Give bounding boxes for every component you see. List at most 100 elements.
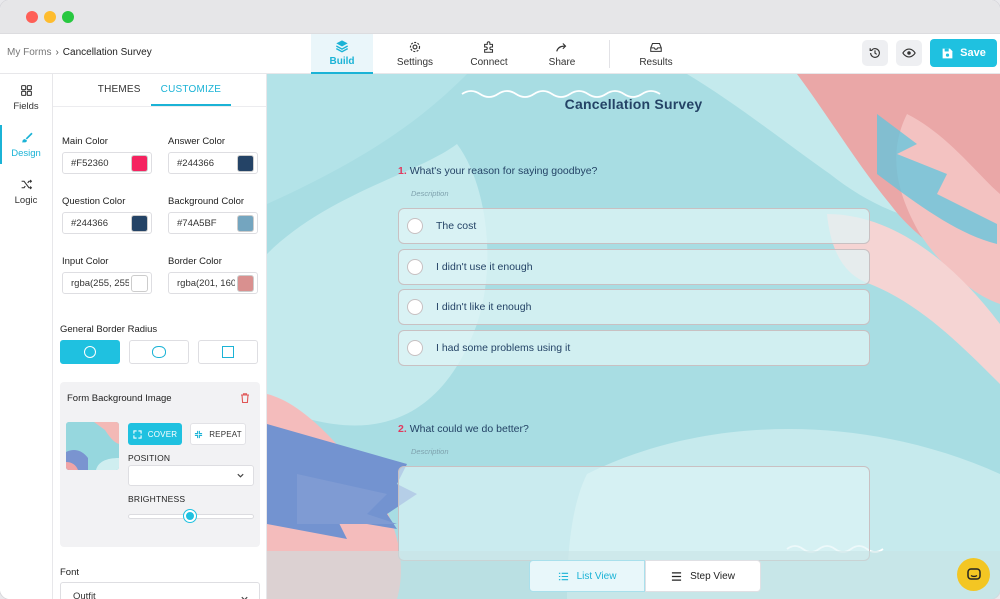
question-2-description[interactable]: Description — [411, 447, 449, 456]
maximize-window-button[interactable] — [62, 11, 74, 23]
breadcrumb-separator: › — [55, 47, 59, 58]
border-color-label: Border Color — [168, 256, 222, 267]
main-color-input[interactable]: #F52360 — [62, 152, 152, 174]
chevron-down-icon — [241, 596, 248, 599]
rail-item-design[interactable]: Design — [0, 121, 52, 168]
border-color-swatch[interactable] — [237, 274, 254, 292]
radius-square-option[interactable] — [198, 340, 258, 364]
answer-option[interactable]: I didn't use it enough — [398, 249, 870, 285]
background-color-input[interactable]: #74A5BF — [168, 212, 258, 234]
font-select[interactable]: Outfit — [60, 582, 260, 599]
radio-button[interactable] — [407, 299, 423, 315]
tab-results[interactable]: Results — [616, 34, 696, 74]
floppy-disk-icon — [942, 48, 953, 58]
top-actions: Save — [862, 39, 997, 67]
answer-option-label: I didn't use it enough — [436, 261, 533, 273]
background-color-swatch[interactable] — [237, 214, 254, 232]
question-color-swatch[interactable] — [131, 214, 148, 232]
radio-button[interactable] — [407, 259, 423, 275]
main-color-value: #F52360 — [71, 157, 109, 169]
brightness-label: BRIGHTNESS — [128, 494, 186, 504]
radius-round-option[interactable] — [60, 340, 120, 364]
question-color-label: Question Color — [62, 196, 126, 207]
brightness-slider[interactable] — [128, 510, 254, 522]
puzzle-icon — [484, 41, 494, 53]
question-2-text: What could we do better? — [409, 423, 529, 435]
radio-button[interactable] — [407, 340, 423, 356]
tab-connect[interactable]: Connect — [457, 34, 521, 74]
input-color-swatch[interactable] — [131, 274, 148, 292]
border-color-input[interactable]: rgba(201, 160, 160, 1) — [168, 272, 258, 294]
brush-icon — [21, 132, 33, 142]
input-color-input[interactable]: rgba(255, 255, 255, 0.8) — [62, 272, 152, 294]
tab-themes[interactable]: THEMES — [88, 74, 151, 106]
border-color-value: rgba(201, 160, 160, 1) — [177, 277, 235, 289]
tab-share[interactable]: Share — [521, 34, 603, 74]
rail-item-fields[interactable]: Fields — [0, 74, 52, 121]
background-image-title: Form Background Image — [67, 393, 172, 404]
cover-button[interactable]: COVER — [128, 423, 182, 445]
chat-widget-button[interactable] — [957, 558, 990, 591]
chat-bubble-icon — [966, 567, 981, 580]
tab-build[interactable]: Build — [311, 34, 373, 74]
eye-icon — [902, 48, 916, 58]
answer-color-label: Answer Color — [168, 136, 226, 147]
border-radius-label: General Border Radius — [60, 324, 158, 335]
question-1[interactable]: 1. What's your reason for saying goodbye? — [398, 165, 597, 177]
step-view-label: Step View — [690, 570, 735, 582]
color-settings: Main Color #F52360 Answer Color #244366 … — [62, 136, 258, 294]
tab-build-label: Build — [329, 56, 355, 67]
panel-tabs: THEMES CUSTOMIZE — [53, 74, 266, 107]
answer-color-input[interactable]: #244366 — [168, 152, 258, 174]
answer-option-label: The cost — [436, 220, 477, 232]
close-window-button[interactable] — [26, 11, 38, 23]
top-nav: My Forms › Cancellation Survey Build Set… — [0, 34, 1000, 74]
answer-color-swatch[interactable] — [237, 154, 254, 172]
save-button[interactable]: Save — [930, 39, 997, 67]
tab-results-label: Results — [639, 57, 673, 68]
breadcrumb: My Forms › Cancellation Survey — [7, 47, 152, 58]
main-color-label: Main Color — [62, 136, 108, 147]
save-label: Save — [960, 47, 986, 59]
list-view-label: List View — [576, 570, 617, 582]
answer-option-label: I had some problems using it — [436, 342, 571, 354]
cover-label: COVER — [147, 429, 178, 439]
rail-design-label: Design — [11, 147, 41, 159]
rail-item-logic[interactable]: Logic — [0, 168, 52, 215]
main-color-swatch[interactable] — [131, 154, 148, 172]
tab-settings[interactable]: Settings — [373, 34, 457, 74]
view-bar: List View Step View — [267, 551, 1000, 599]
background-color-label: Background Color — [168, 196, 245, 207]
question-color-input[interactable]: #244366 — [62, 212, 152, 234]
repeat-button[interactable]: REPEAT — [190, 423, 246, 445]
minimize-window-button[interactable] — [44, 11, 56, 23]
history-button[interactable] — [862, 40, 888, 66]
answer-option[interactable]: I didn't like it enough — [398, 289, 870, 325]
answer-textarea[interactable] — [398, 466, 870, 561]
step-view-button[interactable]: Step View — [645, 560, 761, 592]
answer-option-label: I didn't like it enough — [436, 301, 532, 313]
chevron-down-icon — [237, 473, 244, 478]
title-bar — [0, 0, 1000, 34]
brightness-fill — [129, 515, 191, 518]
share-arrow-icon — [556, 43, 567, 52]
radius-medium-option[interactable] — [129, 340, 189, 364]
trash-icon[interactable] — [239, 392, 251, 404]
radio-button[interactable] — [407, 218, 423, 234]
background-image-thumbnail[interactable] — [66, 422, 119, 470]
background-image-card: Form Background Image COVER REPEAT POSIT… — [60, 382, 260, 547]
answer-option[interactable]: I had some problems using it — [398, 330, 870, 366]
question-2[interactable]: 2. What could we do better? — [398, 423, 529, 435]
thumbnail-art — [66, 422, 119, 470]
steps-icon — [671, 571, 682, 581]
rounded-shape-icon — [152, 346, 166, 358]
position-select[interactable] — [128, 465, 254, 486]
answer-option[interactable]: The cost — [398, 208, 870, 244]
question-1-text: What's your reason for saying goodbye? — [409, 165, 598, 177]
preview-button[interactable] — [896, 40, 922, 66]
tab-customize[interactable]: CUSTOMIZE — [150, 74, 232, 106]
brightness-handle[interactable] — [184, 510, 196, 522]
breadcrumb-my-forms[interactable]: My Forms — [7, 47, 51, 58]
question-1-description[interactable]: Description — [411, 189, 449, 198]
list-view-button[interactable]: List View — [529, 560, 645, 592]
